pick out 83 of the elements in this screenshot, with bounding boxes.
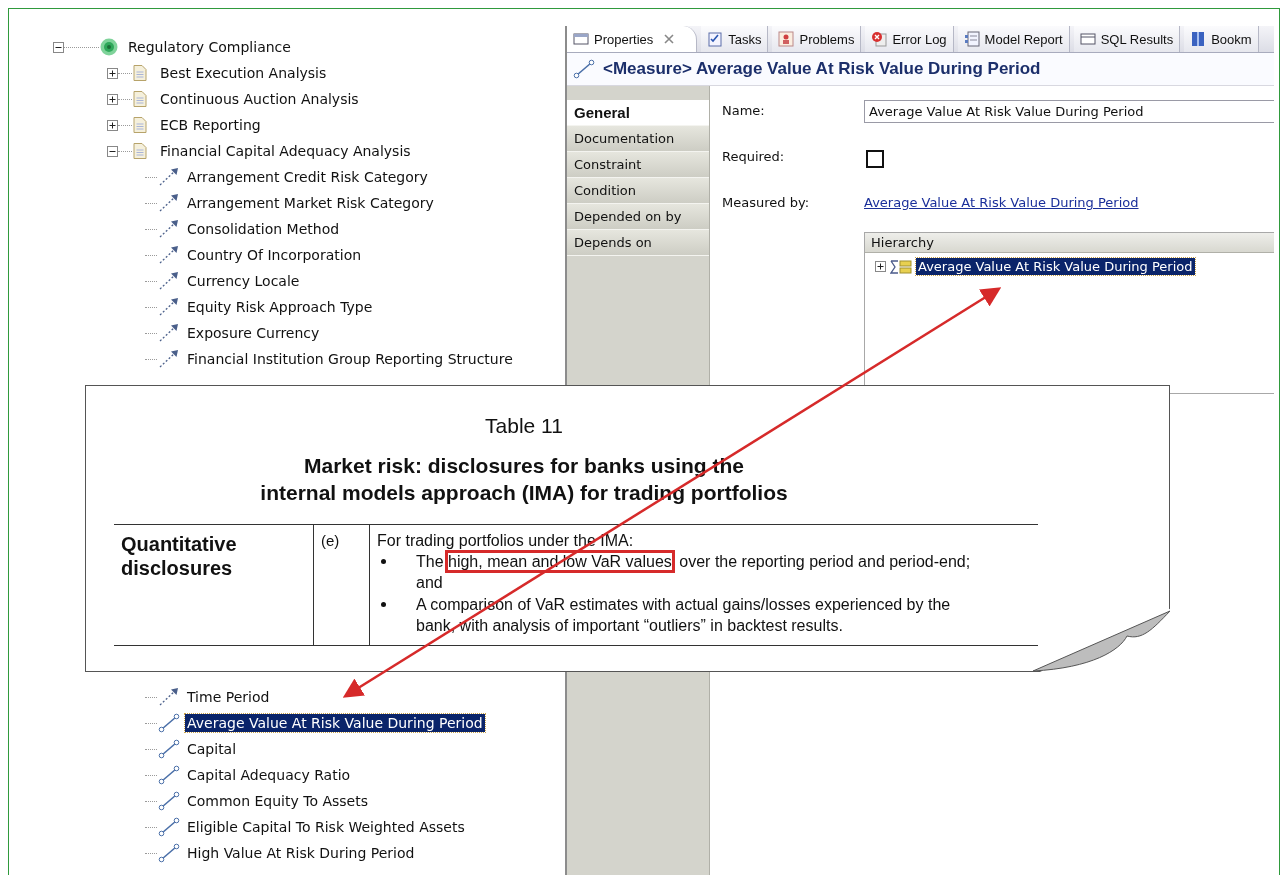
document-icon xyxy=(133,91,147,107)
measured-by-link[interactable]: Average Value At Risk Value During Period xyxy=(864,192,1139,210)
tree-item[interactable]: Regulatory Compliance xyxy=(126,38,293,56)
tree-item[interactable]: Best Execution Analysis xyxy=(158,64,329,82)
tree-item[interactable]: High Value At Risk During Period xyxy=(185,844,417,862)
book-icon xyxy=(1190,31,1207,47)
bullet-icon xyxy=(381,602,386,607)
person-board-icon xyxy=(778,31,795,47)
view-tab[interactable]: SQL Results xyxy=(1073,26,1181,52)
sum-icon xyxy=(890,259,912,274)
hierarchy-header: Hierarchy xyxy=(865,233,1274,253)
tree-item[interactable]: Exposure Currency xyxy=(185,324,322,342)
tree-item[interactable]: Common Equity To Assets xyxy=(185,792,370,810)
view-tab[interactable]: Model Report xyxy=(957,26,1070,52)
dashed-arrow-icon xyxy=(158,271,180,291)
expand-icon[interactable] xyxy=(107,67,118,79)
dashed-arrow-icon xyxy=(158,193,180,213)
checklist-icon xyxy=(707,31,724,47)
view-tab[interactable]: Error Log xyxy=(865,26,954,52)
dashed-arrow-icon xyxy=(158,219,180,239)
view-tab[interactable]: Problems xyxy=(772,26,862,52)
table-cell: (e) xyxy=(321,532,340,549)
link-icon xyxy=(158,765,180,785)
link-icon xyxy=(158,713,180,733)
link-icon xyxy=(158,791,180,811)
window-icon xyxy=(1079,31,1096,47)
error-icon xyxy=(871,31,888,47)
section-tab[interactable]: Documentation xyxy=(567,126,709,152)
expand-icon[interactable] xyxy=(107,119,118,131)
target-icon xyxy=(100,38,118,56)
tree-item[interactable]: Currency Locale xyxy=(185,272,302,290)
tree-item[interactable]: Continuous Auction Analysis xyxy=(158,90,361,108)
link-icon xyxy=(158,739,180,759)
report-icon xyxy=(963,31,980,47)
tree-item[interactable]: Arrangement Credit Risk Category xyxy=(185,168,430,186)
field-label: Measured by: xyxy=(722,194,810,212)
dashed-arrow-icon xyxy=(158,349,180,369)
required-checkbox[interactable] xyxy=(866,150,884,168)
expand-icon[interactable] xyxy=(875,261,886,272)
section-tab[interactable]: Constraint xyxy=(567,152,709,178)
tree-item[interactable]: Consolidation Method xyxy=(185,220,342,238)
tree-item[interactable]: Average Value At Risk Value During Period xyxy=(185,714,485,732)
section-tab[interactable]: General xyxy=(567,100,709,126)
field-label: Required: xyxy=(722,148,786,166)
link-icon xyxy=(158,843,180,863)
close-icon[interactable] xyxy=(664,34,675,44)
bullet-icon xyxy=(381,559,386,564)
link-icon xyxy=(158,817,180,837)
dashed-arrow-icon xyxy=(158,245,180,265)
section-tab[interactable]: Depends on xyxy=(567,230,709,256)
collapse-icon[interactable] xyxy=(107,145,118,157)
section-tab[interactable]: Depended on by xyxy=(567,204,709,230)
section-tab[interactable]: Condition xyxy=(567,178,709,204)
field-label: Name: xyxy=(722,102,766,120)
view-tab[interactable]: Properties xyxy=(567,26,698,52)
dashed-arrow-icon xyxy=(158,323,180,343)
tree-item[interactable]: Country Of Incorporation xyxy=(185,246,364,264)
tree-item[interactable]: Arrangement Market Risk Category xyxy=(185,194,436,212)
dashed-arrow-icon xyxy=(158,297,180,317)
view-tab[interactable]: Bookm xyxy=(1184,26,1259,52)
document-icon xyxy=(133,143,147,159)
collapse-icon[interactable] xyxy=(53,41,64,53)
link-icon xyxy=(573,59,595,79)
hierarchy-item[interactable]: Average Value At Risk Value During Period xyxy=(916,258,1195,275)
tree-item[interactable]: Financial Institution Group Reporting Structure xyxy=(185,350,515,368)
window-icon xyxy=(573,31,589,47)
expand-icon[interactable] xyxy=(107,93,118,105)
tree-item[interactable]: Financial Capital Adequacy Analysis xyxy=(158,142,413,160)
view-tab[interactable]: Tasks xyxy=(701,26,769,52)
tree-item[interactable]: Eligible Capital To Risk Weighted Assets xyxy=(185,818,467,836)
dashed-arrow-icon xyxy=(158,687,180,707)
table-caption: Table 11 xyxy=(485,414,563,438)
document-icon xyxy=(133,65,147,81)
tree-item[interactable]: ECB Reporting xyxy=(158,116,263,134)
document-icon xyxy=(133,117,147,133)
tree-item[interactable]: Capital Adequacy Ratio xyxy=(185,766,353,784)
tree-item[interactable]: Time Period xyxy=(185,688,272,706)
tree-item[interactable]: Equity Risk Approach Type xyxy=(185,298,375,316)
tree-item[interactable]: Capital xyxy=(185,740,239,758)
dashed-arrow-icon xyxy=(158,167,180,187)
properties-title: <Measure> Average Value At Risk Value During Period xyxy=(603,59,1041,79)
table-cell-text: Quantitative disclosures xyxy=(121,532,238,580)
name-field[interactable]: Average Value At Risk Value During Period xyxy=(864,100,1274,123)
